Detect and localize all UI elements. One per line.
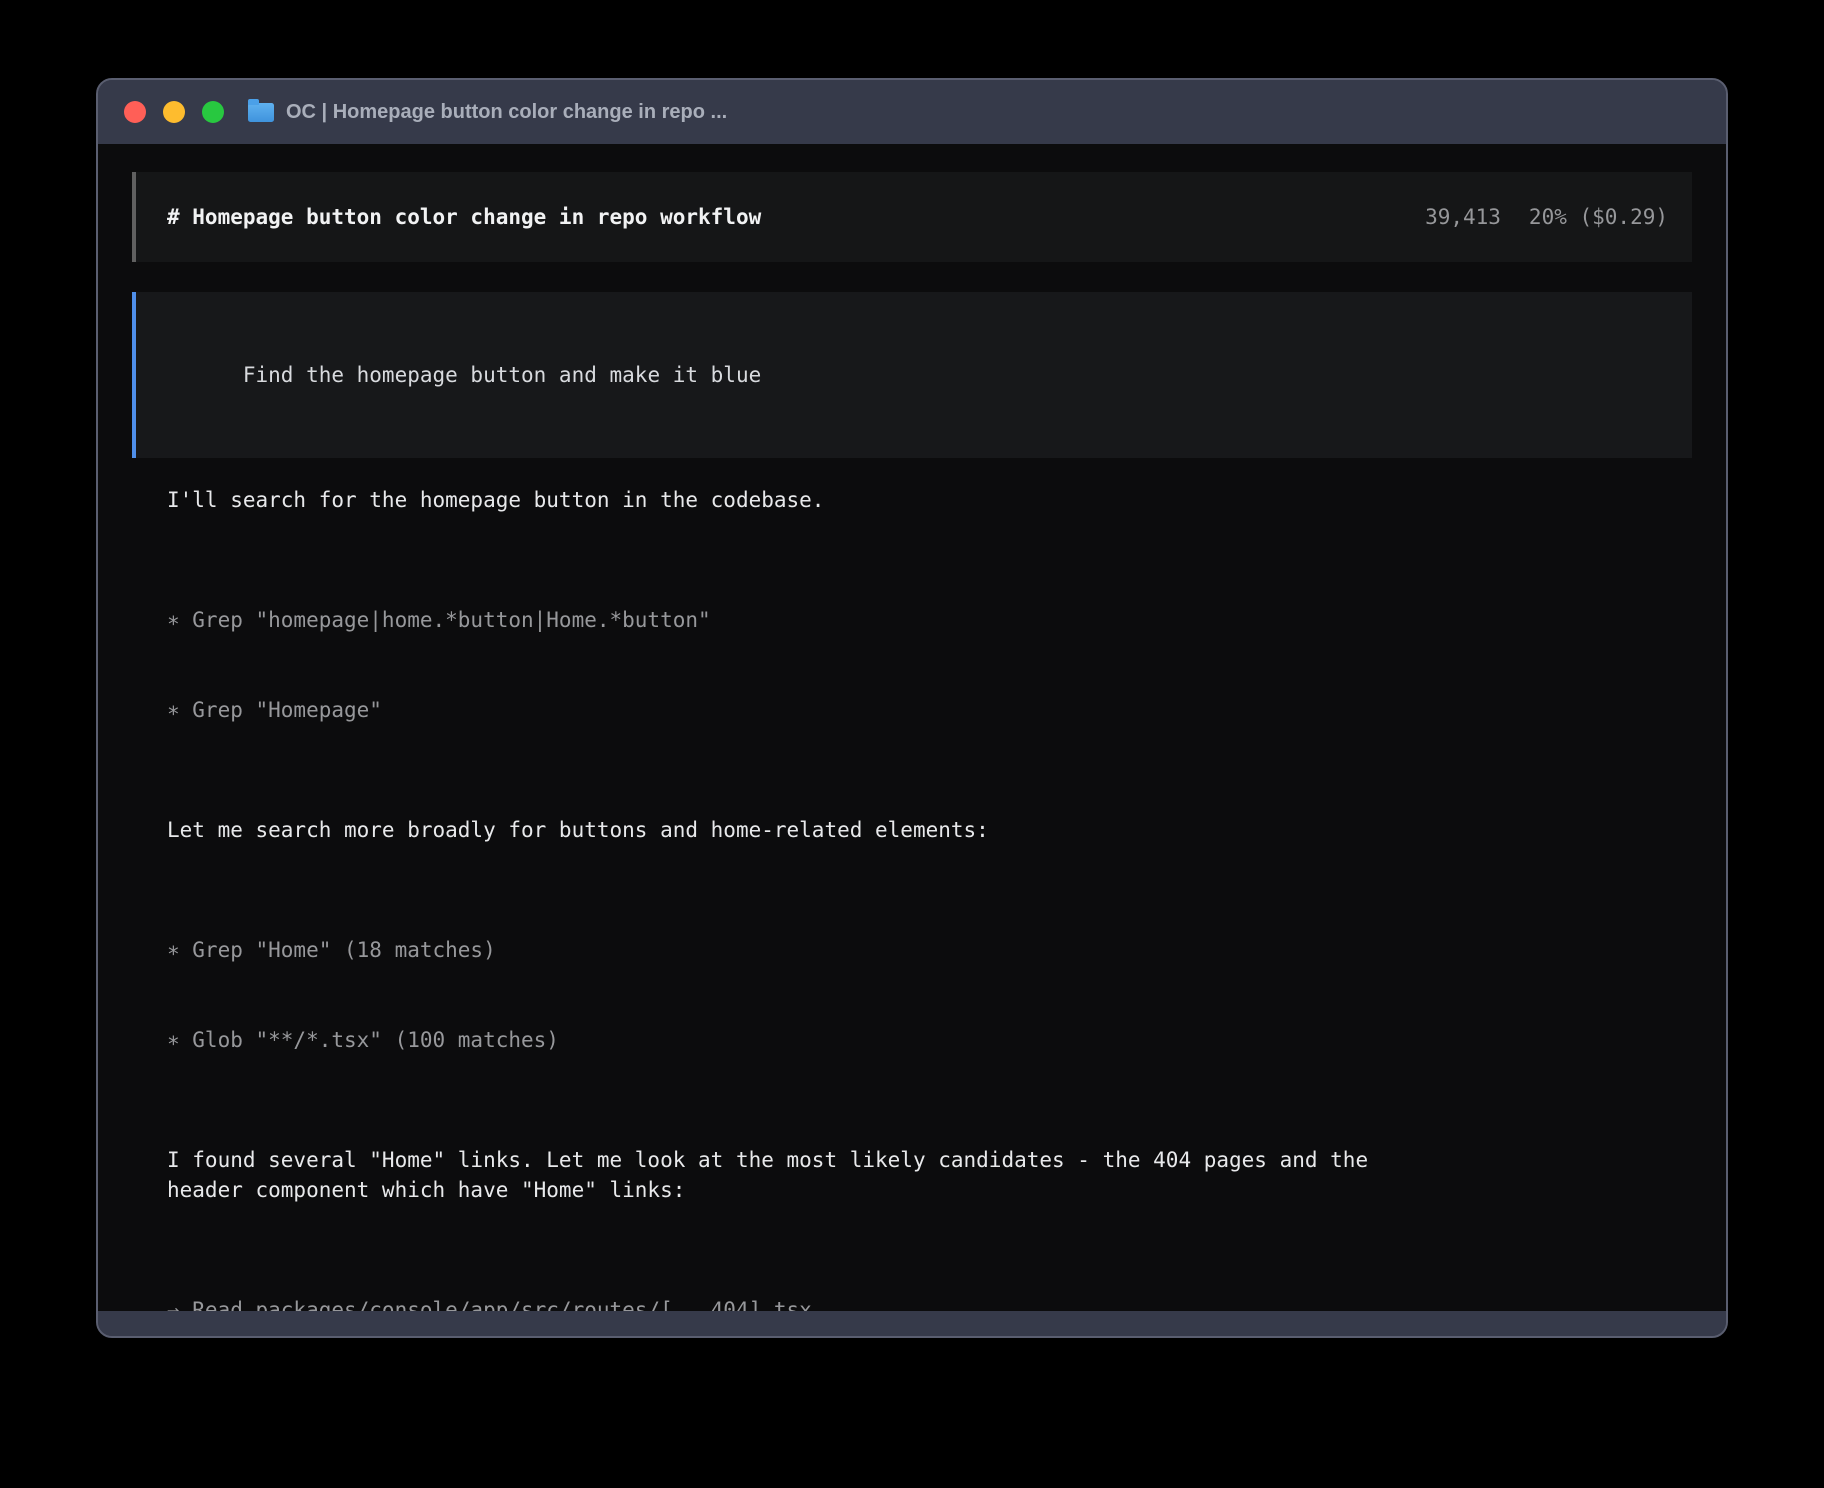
- assistant-message: I found several "Home" links. Let me loo…: [167, 1145, 1692, 1205]
- folder-icon: [248, 103, 274, 122]
- terminal-content: # Homepage button color change in repo w…: [98, 144, 1726, 1311]
- tool-call-group: ∗ Grep "homepage|home.*button|Home.*butt…: [167, 545, 1692, 785]
- zoom-button[interactable]: [202, 101, 224, 123]
- context-usage: 20% ($0.29): [1529, 202, 1668, 232]
- minimize-button[interactable]: [163, 101, 185, 123]
- window-bottom-chrome: [98, 1311, 1726, 1336]
- window-controls: [124, 101, 224, 123]
- tool-call-group: → Read packages/console/app/src/routes/[…: [167, 1235, 1692, 1311]
- tool-call-line: ∗ Grep "Homepage": [167, 695, 1692, 725]
- tool-call-group: ∗ Grep "Home" (18 matches) ∗ Glob "**/*.…: [167, 875, 1692, 1115]
- tool-call-line: → Read packages/console/app/src/routes/[…: [167, 1295, 1692, 1311]
- window-title: OC | Homepage button color change in rep…: [286, 101, 727, 124]
- assistant-message: I'll search for the homepage button in t…: [167, 485, 1692, 515]
- user-message-text: Find the homepage button and make it blu…: [243, 363, 761, 387]
- user-message: Find the homepage button and make it blu…: [132, 292, 1692, 458]
- titlebar[interactable]: OC | Homepage button color change in rep…: [98, 80, 1726, 144]
- tool-call-line: ∗ Glob "**/*.tsx" (100 matches): [167, 1025, 1692, 1055]
- tool-call-line: ∗ Grep "Home" (18 matches): [167, 935, 1692, 965]
- token-count: 39,413: [1425, 202, 1501, 232]
- close-button[interactable]: [124, 101, 146, 123]
- assistant-message: Let me search more broadly for buttons a…: [167, 815, 1692, 845]
- tool-call-line: ∗ Grep "homepage|home.*button|Home.*butt…: [167, 605, 1692, 635]
- session-header: # Homepage button color change in repo w…: [132, 172, 1692, 262]
- session-title: # Homepage button color change in repo w…: [167, 202, 761, 232]
- session-stats: 39,413 20% ($0.29): [1425, 202, 1668, 232]
- conversation: I'll search for the homepage button in t…: [167, 485, 1692, 1311]
- terminal-window: OC | Homepage button color change in rep…: [96, 78, 1728, 1338]
